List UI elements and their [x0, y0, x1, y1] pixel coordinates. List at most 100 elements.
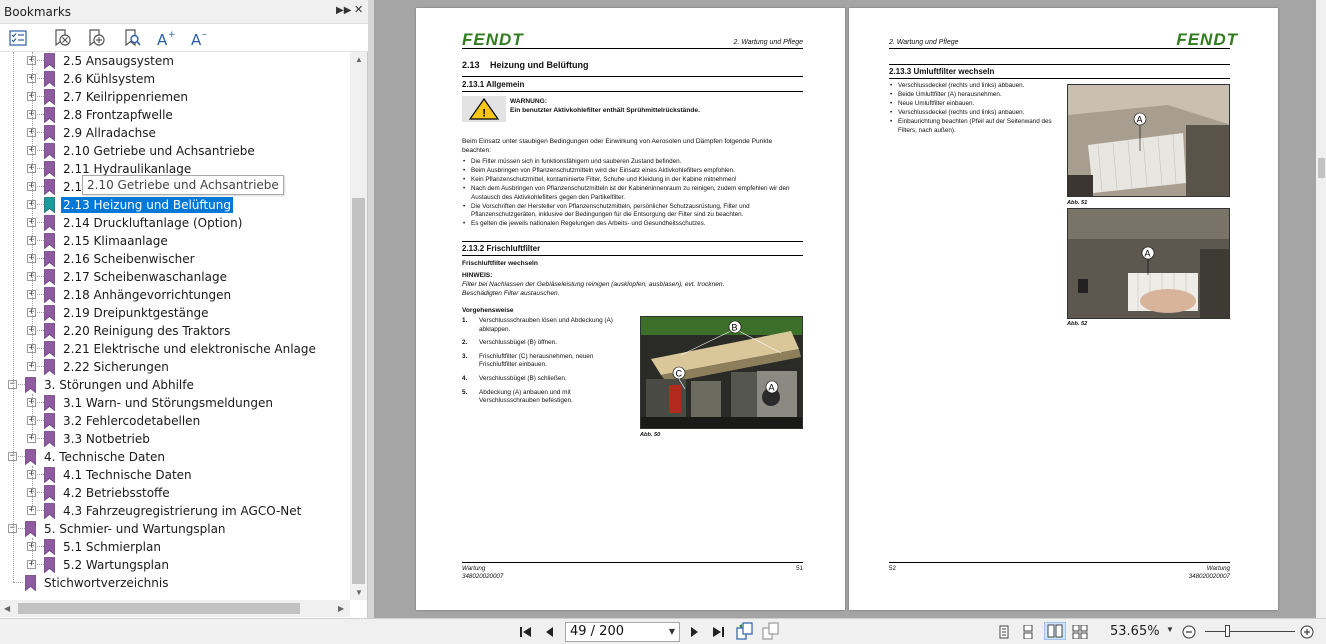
bookmark-item[interactable]: +3.1 Warn- und Störungsmeldungen [0, 394, 350, 412]
procedure-step: 3. Frischluftfilter (C) herausnehmen, neu… [462, 353, 624, 370]
procedure-step: 4. Verschlussbügel (B) schließen. [462, 375, 624, 384]
bookmark-item[interactable]: +4.1 Technische Daten [0, 466, 350, 484]
footer-docnum: 348020020007 [462, 572, 504, 580]
bookmark-label: 4. Technische Daten [44, 450, 166, 464]
bookmark-item[interactable]: Stichwortverzeichnis [0, 574, 350, 592]
bookmark-icon [44, 251, 55, 267]
bookmark-item[interactable]: +2.8 Frontzapfwelle [0, 106, 350, 124]
pdf-viewer-window: Bookmarks ▶▶ ✕ A + A – + 2.5 Ansaugsyste… [0, 0, 1326, 644]
footer-title: Wartung [462, 565, 486, 572]
bookmark-item[interactable]: +2.19 Dreipunktgestänge [0, 304, 350, 322]
bookmark-item[interactable]: +4.2 Betriebsstoffe [0, 484, 350, 502]
zoom-in-icon[interactable] [1299, 625, 1315, 639]
bookmark-item[interactable]: +3.2 Fehlercodetabellen [0, 412, 350, 430]
document-vertical-scrollbar[interactable] [1316, 0, 1326, 618]
running-header: 2. Wartung und Pflege [733, 39, 803, 46]
bookmarks-horizontal-scroll-thumb[interactable] [18, 603, 300, 614]
previous-view-icon[interactable] [736, 622, 754, 640]
page-dropdown-icon[interactable]: ▼ [669, 623, 675, 641]
bookmark-item[interactable]: +2.22 Sicherungen [0, 358, 350, 376]
decrease-font-icon[interactable]: A – [190, 28, 210, 48]
subsection-heading: 2.13.1 Allgemein [462, 80, 525, 89]
bookmark-item[interactable]: +2.14 Druckluftanlage (Option) [0, 214, 350, 232]
document-scroll-thumb[interactable] [1318, 158, 1325, 178]
bookmark-label: 2.21 Elektrische und elektronische Anlag… [63, 342, 316, 356]
bookmark-item[interactable]: +2.20 Reinigung des Traktors [0, 322, 350, 340]
bookmark-item[interactable]: +2.6 Kühlsystem [0, 70, 350, 88]
continuous-facing-view-icon[interactable] [1072, 625, 1088, 639]
subsection-heading-3: 2.13.3 Umluftfilter wechseln [889, 67, 995, 76]
procedure-step: 1. Verschlussschrauben lösen und Abdeckun… [462, 317, 624, 334]
step-text: Verschlussschrauben lösen und Abdeckung … [479, 317, 613, 333]
svg-text:–: – [202, 29, 207, 40]
close-panel-icon[interactable]: ✕ [354, 4, 363, 16]
step-number: 2. [462, 339, 468, 347]
bookmark-icon [44, 269, 55, 285]
document-canvas[interactable]: FENDT 2. Wartung und Pflege 2.13 Heizung… [374, 0, 1326, 618]
bookmark-options-icon[interactable] [8, 28, 28, 48]
scroll-left-icon[interactable]: ◀ [4, 604, 10, 613]
bookmark-item[interactable]: −5. Schmier- und Wartungsplan [0, 520, 350, 538]
bookmark-label: 2.7 Keilrippenriemen [63, 90, 189, 104]
figure-caption-1: Abb. 51 [1067, 200, 1088, 206]
delete-bookmark-icon[interactable] [52, 28, 72, 48]
bookmark-label: 5. Schmier- und Wartungsplan [44, 522, 226, 536]
bookmark-item[interactable]: +2.15 Klimaanlage [0, 232, 350, 250]
bookmarks-toolbar: A + A – [0, 24, 368, 52]
facing-view-icon[interactable] [1044, 622, 1066, 640]
bullet-item: Neue Umluftfilter einbauen. [889, 100, 1055, 109]
bookmark-icon [44, 107, 55, 123]
bookmark-item[interactable]: +5.2 Wartungsplan [0, 556, 350, 574]
step-text: Frischluftfilter (C) herausnehmen, neuen… [479, 352, 594, 369]
increase-font-icon[interactable]: A + [156, 28, 176, 48]
step-number: 4. [462, 374, 468, 382]
photo-label-b: B [732, 322, 738, 332]
find-bookmark-icon[interactable] [122, 28, 142, 48]
zoom-out-icon[interactable] [1181, 625, 1197, 639]
bookmark-item[interactable]: +2.17 Scheibenwaschanlage [0, 268, 350, 286]
figure-caption-2: Abb. 52 [1067, 321, 1088, 327]
expand-panel-icon[interactable]: ▶▶ [336, 5, 351, 17]
subsection-heading-2: 2.13.2 Frischluftfilter [462, 244, 541, 253]
add-bookmark-icon[interactable] [86, 28, 106, 48]
zoom-slider-track[interactable] [1205, 631, 1295, 632]
bookmark-label: 4.2 Betriebsstoffe [63, 486, 170, 500]
single-page-view-icon[interactable] [996, 625, 1012, 639]
page-number-field[interactable]: 49 / 200 ▼ [565, 622, 680, 642]
scroll-up-icon[interactable]: ▲ [355, 55, 363, 64]
bookmark-item[interactable]: +2.9 Allradachse [0, 124, 350, 142]
scroll-down-icon[interactable]: ▼ [355, 588, 363, 597]
warning-icon: ! [462, 96, 506, 122]
bookmark-tree: +2.5 Ansaugsystem +2.6 Kühlsystem +2.7 Kei… [0, 52, 350, 600]
bookmark-item[interactable]: +2.16 Scheibenwischer [0, 250, 350, 268]
bookmarks-header: Bookmarks ▶▶ ✕ [0, 0, 368, 24]
bookmark-item[interactable]: +5.1 Schmierplan [0, 538, 350, 556]
bookmark-item[interactable]: +2.5 Ansaugsystem [0, 52, 350, 70]
bookmark-label: 4.1 Technische Daten [63, 468, 192, 482]
bookmark-label: 2.22 Sicherungen [63, 360, 169, 374]
first-page-icon[interactable] [518, 625, 534, 639]
step-text: Verschlussbügel (B) schließen. [479, 374, 567, 382]
bookmark-item[interactable]: +4.3 Fahrzeugregistrierung im AGCO-Net [0, 502, 350, 520]
bookmark-label: 2.8 Frontzapfwelle [63, 108, 173, 122]
bookmark-item[interactable]: +2.7 Keilrippenriemen [0, 88, 350, 106]
last-page-icon[interactable] [710, 625, 726, 639]
scroll-right-icon[interactable]: ▶ [338, 604, 344, 613]
bookmark-item[interactable]: +2.21 Elektrische und elektronische Anla… [0, 340, 350, 358]
bookmark-item[interactable]: +2.13 Heizung und Belüftung [0, 196, 350, 214]
zoom-level[interactable]: 53.65% [1110, 624, 1160, 639]
bookmark-label: 2.20 Reinigung des Traktors [63, 324, 231, 338]
next-view-icon[interactable] [762, 622, 780, 640]
next-page-icon[interactable] [686, 625, 702, 639]
bookmark-item[interactable]: −4. Technische Daten [0, 448, 350, 466]
zoom-slider-thumb[interactable] [1225, 625, 1230, 637]
running-header: 2. Wartung und Pflege [889, 39, 959, 46]
bookmark-item[interactable]: +3.3 Notbetrieb [0, 430, 350, 448]
zoom-dropdown-icon[interactable]: ▼ [1166, 625, 1174, 634]
previous-page-icon[interactable] [542, 625, 558, 639]
bookmark-item[interactable]: +2.10 Getriebe und Achsantriebe [0, 142, 350, 160]
bookmarks-vertical-scroll-thumb[interactable] [352, 198, 365, 584]
bookmark-item[interactable]: −3. Störungen und Abhilfe [0, 376, 350, 394]
bookmark-item[interactable]: +2.18 Anhängevorrichtungen [0, 286, 350, 304]
continuous-view-icon[interactable] [1020, 625, 1036, 639]
